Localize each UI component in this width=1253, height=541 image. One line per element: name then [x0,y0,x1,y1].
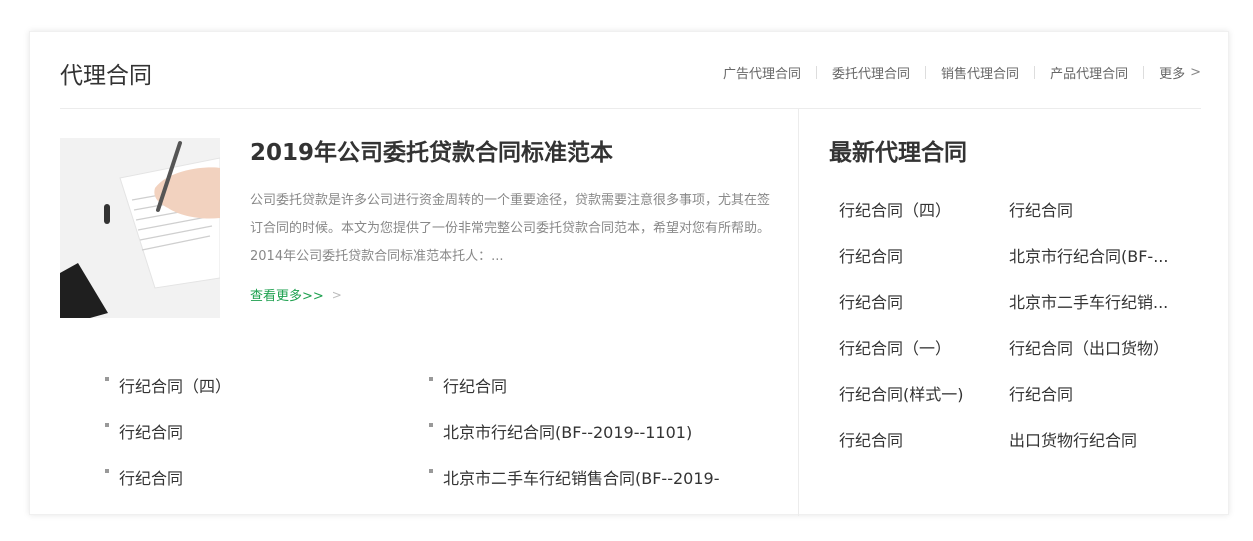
latest-item[interactable]: 出口货物行纪合同 [1009,416,1179,462]
view-more-label: 查看更多>> [250,289,324,304]
bullet-icon [429,377,433,381]
list-item-label: 行纪合同 [443,377,508,396]
latest-item[interactable]: 行纪合同 [839,416,1009,462]
nav-separator [1143,66,1145,79]
latest-item[interactable]: 行纪合同 [839,232,1009,278]
nav-separator [816,66,818,79]
list-item-label: 行纪合同 [119,469,184,488]
column-divider [798,109,799,516]
list-item[interactable]: 北京市行纪合同(BF--2019--1101) [429,408,785,454]
latest-item[interactable]: 行纪合同（一） [839,324,1009,370]
latest-item[interactable]: 行纪合同(样式一) [839,370,1009,416]
featured-description: 公司委托贷款是许多公司进行资金周转的一个重要途径，贷款需要注意很多事项，尤其在签… [250,193,771,264]
list-item[interactable]: 行纪合同 [429,362,785,408]
nav-link-sales-agency[interactable]: 销售代理合同 [941,63,1019,82]
view-more-link[interactable]: 查看更多>> > [250,285,778,305]
bullet-icon [105,377,109,381]
latest-list: 行纪合同（四） 行纪合同 行纪合同 北京市行纪合同(BF-... 行纪合同 北京… [839,186,1229,462]
nav-link-entrusted-agency[interactable]: 委托代理合同 [832,63,910,82]
list-item[interactable]: 行纪合同 [105,454,429,500]
more-link[interactable]: 更多 > [1159,63,1201,82]
contract-list: 行纪合同（四） 行纪合同 行纪合同 北京市行纪合同(BF--2019--1101… [105,362,785,500]
list-item-label: 行纪合同（四） [119,377,232,396]
latest-item[interactable]: 北京市二手车行纪销... [1009,278,1179,324]
chevron-right-icon: > [331,287,342,302]
category-nav: 广告代理合同 委托代理合同 销售代理合同 产品代理合同 更多 > [723,63,1201,82]
featured-title[interactable]: 2019年公司委托贷款合同标准范本 [250,138,778,168]
list-item[interactable]: 行纪合同 [105,408,429,454]
bullet-icon [105,423,109,427]
list-item-label: 北京市行纪合同(BF--2019--1101) [443,423,693,442]
latest-title: 最新代理合同 [829,140,967,166]
latest-item[interactable]: 行纪合同（四） [839,186,1009,232]
featured-image[interactable] [60,138,220,318]
latest-item[interactable]: 行纪合同（出口货物） [1009,324,1179,370]
list-item-label: 行纪合同 [119,423,184,442]
latest-item[interactable]: 北京市行纪合同(BF-... [1009,232,1179,278]
nav-link-product-agency[interactable]: 产品代理合同 [1050,63,1128,82]
contract-signing-photo-icon [60,138,220,318]
agency-contract-panel: 代理合同 广告代理合同 委托代理合同 销售代理合同 产品代理合同 更多 > 20… [29,31,1229,516]
panel-header: 代理合同 广告代理合同 委托代理合同 销售代理合同 产品代理合同 更多 > [60,32,1201,109]
more-label: 更多 [1159,67,1186,82]
nav-link-advertising-agency[interactable]: 广告代理合同 [723,63,801,82]
nav-separator [1034,66,1036,79]
nav-separator [925,66,927,79]
panel-title: 代理合同 [60,63,152,89]
bullet-icon [429,423,433,427]
featured-article: 2019年公司委托贷款合同标准范本 公司委托贷款是许多公司进行资金周转的一个重要… [250,138,778,304]
list-item[interactable]: 行纪合同（四） [105,362,429,408]
latest-contracts: 最新代理合同 行纪合同（四） 行纪合同 行纪合同 北京市行纪合同(BF-... … [829,138,1229,462]
bullet-icon [105,469,109,473]
latest-item[interactable]: 行纪合同 [1009,186,1179,232]
chevron-right-icon: > [1190,65,1201,80]
featured-area: 2019年公司委托贷款合同标准范本 公司委托贷款是许多公司进行资金周转的一个重要… [60,138,798,516]
latest-item[interactable]: 行纪合同 [839,278,1009,324]
list-item-label: 北京市二手车行纪销售合同(BF--2019- [443,469,720,488]
list-item[interactable]: 北京市二手车行纪销售合同(BF--2019- [429,454,785,500]
latest-item[interactable]: 行纪合同 [1009,370,1179,416]
bullet-icon [429,469,433,473]
